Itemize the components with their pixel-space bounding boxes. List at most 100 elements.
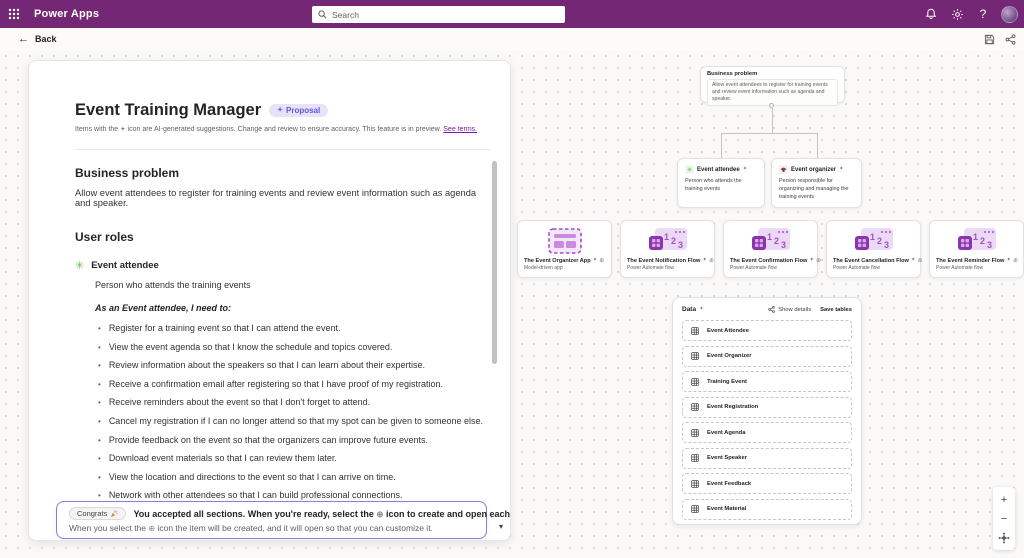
table-row[interactable]: Event Agenda bbox=[682, 422, 852, 443]
canvas-role-node-attendee[interactable]: ✳ Event attendee ✦ Person who attends th… bbox=[677, 158, 765, 208]
need-item: •Receive reminders about the event so th… bbox=[98, 394, 490, 413]
power-automate-flow-icon: 1 2 3 bbox=[833, 225, 914, 257]
asset-card-flow[interactable]: 1 2 3 The Event Cancellation Flow ✦ ⊕ Po… bbox=[826, 220, 921, 278]
attendee-icon: ✳ bbox=[685, 165, 694, 174]
waffle-menu-icon[interactable] bbox=[0, 0, 28, 28]
table-icon bbox=[691, 429, 699, 437]
notifications-bell-icon[interactable] bbox=[923, 6, 939, 22]
svg-text:1: 1 bbox=[767, 232, 772, 242]
table-row[interactable]: Event Organizer bbox=[682, 346, 852, 367]
table-row[interactable]: Event Attendee bbox=[682, 320, 852, 341]
party-popper-icon bbox=[110, 510, 118, 518]
back-bar: ← Back bbox=[0, 28, 1024, 50]
svg-text:3: 3 bbox=[884, 240, 889, 250]
create-item-icon[interactable]: ⊕ bbox=[709, 258, 714, 264]
asset-card-flow[interactable]: 1 2 3 The Event Confirmation Flow ✦ ⊕ Po… bbox=[723, 220, 818, 278]
connector-line bbox=[772, 108, 773, 133]
need-item: •Receive a confirmation email after regi… bbox=[98, 375, 490, 394]
table-icon bbox=[691, 454, 699, 462]
create-item-icon[interactable]: ⊕ bbox=[917, 258, 922, 264]
ai-sparkle-icon: ✦ bbox=[702, 258, 707, 264]
need-item: •Download event materials so that I can … bbox=[98, 449, 490, 468]
canvas-role-node-organizer[interactable]: Event organizer ✦ Person responsible for… bbox=[771, 158, 862, 208]
need-item: •Cancel my registration if I can no long… bbox=[98, 412, 490, 431]
ai-sparkle-icon: ✦ bbox=[911, 258, 916, 264]
table-row[interactable]: Training Event bbox=[682, 371, 852, 392]
ai-sparkle-icon: ✦ bbox=[277, 107, 283, 114]
create-item-icon[interactable]: ⊕ bbox=[1013, 258, 1018, 264]
svg-text:2: 2 bbox=[980, 236, 985, 246]
table-icon bbox=[691, 352, 699, 360]
ai-sparkle-icon: ✦ bbox=[120, 126, 125, 133]
table-icon bbox=[691, 403, 699, 411]
back-button[interactable]: ← Back bbox=[18, 33, 57, 45]
zoom-in-button[interactable]: + bbox=[994, 490, 1014, 509]
table-row[interactable]: Event Feedback bbox=[682, 473, 852, 494]
table-row[interactable]: Event Registration bbox=[682, 397, 852, 418]
model-driven-app-icon bbox=[524, 225, 605, 257]
attendee-icon: ✳ bbox=[75, 259, 84, 272]
congrats-banner: Congrats You accepted all sections. When… bbox=[56, 501, 487, 539]
table-icon bbox=[691, 505, 699, 513]
connector-line bbox=[721, 133, 818, 134]
asset-card-app[interactable]: The Event Organizer App ✦ ⊕ Model-driven… bbox=[517, 220, 612, 278]
create-item-icon[interactable]: ⊕ bbox=[816, 258, 821, 264]
asset-card-flow[interactable]: 1 2 3 The Event Notification Flow ✦ ⊕ Po… bbox=[620, 220, 715, 278]
show-details-icon bbox=[768, 306, 775, 313]
node-text: Allow event attendees to register for tr… bbox=[707, 79, 838, 106]
ai-sparkle-icon: ✦ bbox=[839, 167, 844, 173]
canvas-business-problem-node[interactable]: Business problem Allow event attendees t… bbox=[700, 66, 845, 103]
app-header: Power Apps Search ? bbox=[0, 0, 1024, 28]
data-panel-title: Data bbox=[682, 306, 696, 313]
power-automate-flow-icon: 1 2 3 bbox=[627, 225, 708, 257]
save-icon-button[interactable] bbox=[984, 34, 995, 45]
fit-view-pan-icon[interactable] bbox=[994, 528, 1014, 547]
congrats-message: You accepted all sections. When you're r… bbox=[133, 509, 511, 519]
create-item-icon[interactable]: ⊕ bbox=[599, 258, 604, 264]
svg-text:2: 2 bbox=[774, 236, 779, 246]
help-icon[interactable]: ? bbox=[975, 6, 991, 22]
need-item: •Register for a training event so that I… bbox=[98, 320, 490, 339]
power-automate-flow-icon: 1 2 3 bbox=[936, 225, 1017, 257]
power-automate-flow-icon: 1 2 3 bbox=[730, 225, 811, 257]
table-row[interactable]: Event Speaker bbox=[682, 448, 852, 469]
node-title: Business problem bbox=[707, 71, 838, 77]
proposal-panel: Event Training Manager ✦ Proposal Items … bbox=[28, 60, 511, 541]
svg-text:2: 2 bbox=[877, 236, 882, 246]
search-placeholder: Search bbox=[332, 10, 359, 20]
scroll-down-chevron-icon[interactable]: ▾ bbox=[499, 522, 503, 531]
svg-text:3: 3 bbox=[781, 240, 786, 250]
show-details-button[interactable]: Show details bbox=[768, 306, 811, 313]
create-item-icon: ⊕ bbox=[376, 509, 383, 519]
create-item-icon: ⊕ bbox=[148, 524, 155, 533]
need-item: •Provide feedback on the event so that t… bbox=[98, 431, 490, 450]
share-icon-button[interactable] bbox=[1005, 34, 1016, 45]
back-arrow-icon: ← bbox=[18, 33, 29, 45]
search-input[interactable]: Search bbox=[312, 6, 565, 23]
svg-text:3: 3 bbox=[678, 240, 683, 250]
need-item: •Review information about the speakers s… bbox=[98, 357, 490, 376]
attendee-needs-list: •Register for a training event so that I… bbox=[98, 320, 490, 506]
save-tables-button[interactable]: Save tables bbox=[820, 307, 852, 313]
table-icon bbox=[691, 327, 699, 335]
need-item: •View the event agenda so that I know th… bbox=[98, 338, 490, 357]
role-attendee-header: ✳ Event attendee bbox=[75, 259, 490, 272]
svg-text:1: 1 bbox=[973, 232, 978, 242]
see-terms-link[interactable]: See terms. bbox=[443, 126, 477, 133]
back-label: Back bbox=[35, 34, 57, 44]
connector-line bbox=[817, 133, 818, 158]
table-icon bbox=[691, 378, 699, 386]
canvas-zoom-toolbar: + − bbox=[993, 487, 1015, 550]
table-row[interactable]: Event Material bbox=[682, 499, 852, 520]
asset-card-flow[interactable]: 1 2 3 The Event Reminder Flow ✦ ⊕ Power … bbox=[929, 220, 1024, 278]
svg-text:3: 3 bbox=[987, 240, 992, 250]
user-roles-heading: User roles bbox=[75, 230, 490, 244]
user-avatar[interactable] bbox=[1001, 6, 1018, 23]
business-problem-text: Allow event attendees to register for tr… bbox=[75, 188, 490, 208]
organizer-icon bbox=[779, 165, 788, 174]
zoom-out-button[interactable]: − bbox=[994, 509, 1014, 528]
settings-gear-icon[interactable] bbox=[949, 6, 965, 22]
table-icon bbox=[691, 480, 699, 488]
congrats-subtext: When you select the ⊕ icon the item will… bbox=[69, 523, 474, 533]
panel-scrollbar-thumb[interactable] bbox=[492, 161, 497, 364]
